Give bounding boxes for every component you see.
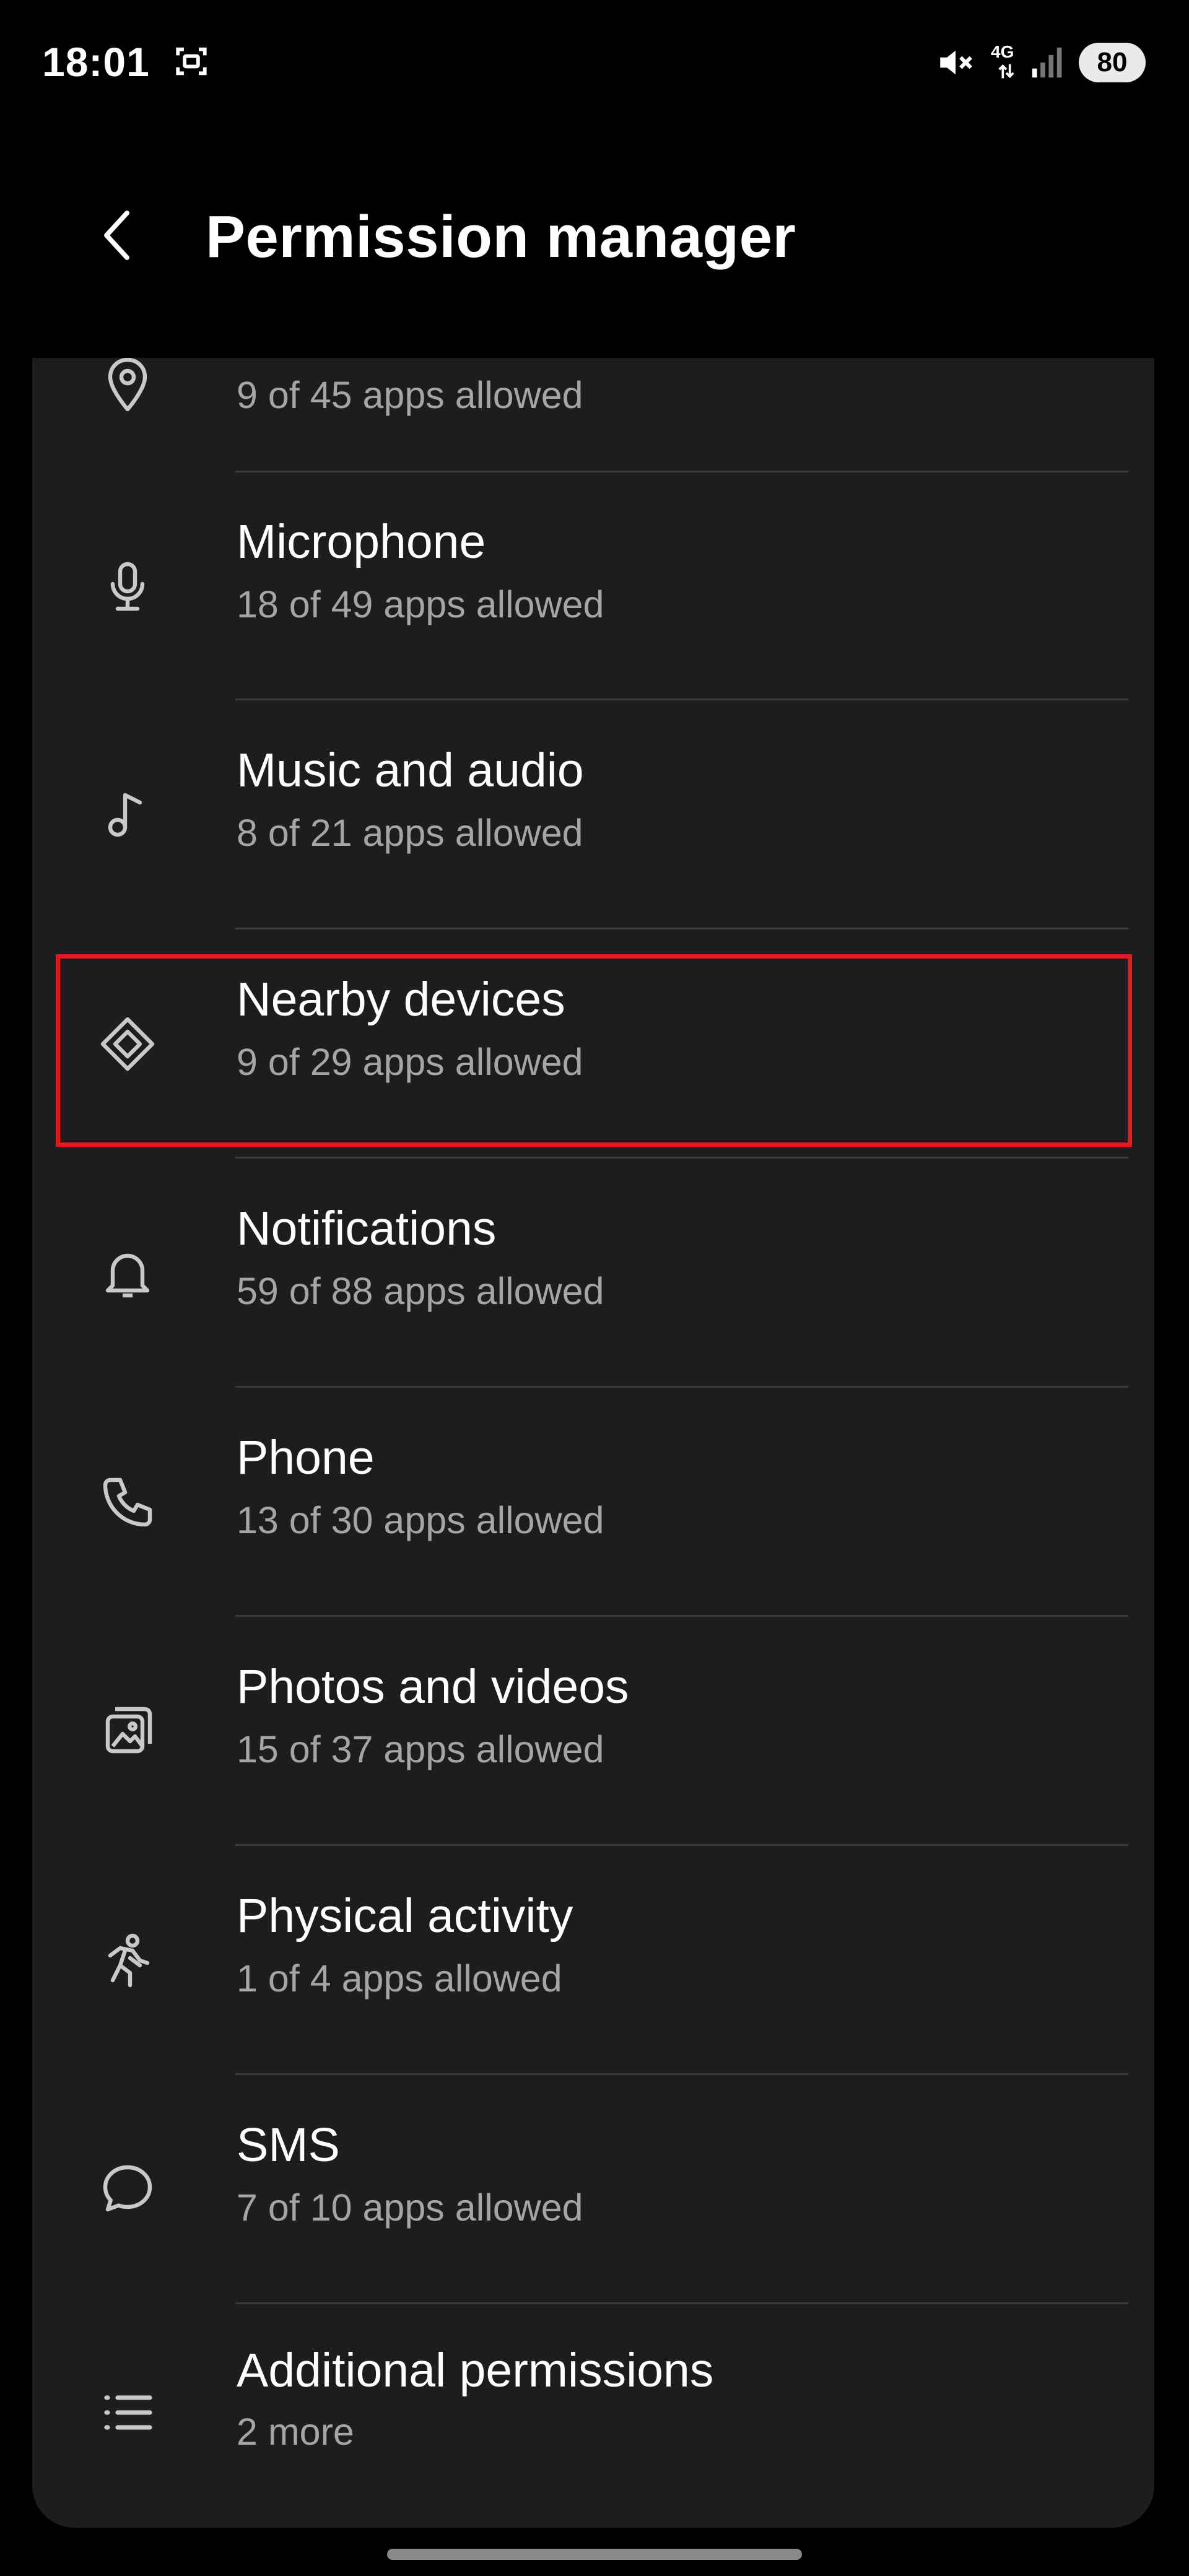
row-subtitle: 15 of 37 apps allowed xyxy=(237,1728,604,1770)
music-note-icon xyxy=(87,774,168,856)
list-item-additional-permissions[interactable]: Additional permissions 2 more xyxy=(32,2304,1154,2528)
list-item-microphone[interactable]: Microphone 18 of 49 apps allowed xyxy=(32,471,1154,700)
row-subtitle: 8 of 21 apps allowed xyxy=(237,812,583,854)
list-item-physical-activity[interactable]: Physical activity 1 of 4 apps allowed xyxy=(32,1845,1154,2074)
bell-icon xyxy=(87,1232,168,1314)
network-4g-icon: 4G xyxy=(990,42,1024,83)
row-title: Physical activity xyxy=(237,1889,573,1943)
home-indicator[interactable] xyxy=(387,2549,802,2560)
mute-icon xyxy=(940,50,972,75)
row-title: Phone xyxy=(237,1431,375,1484)
list-item-phone[interactable]: Phone 13 of 30 apps allowed xyxy=(32,1387,1154,1616)
back-chevron-icon xyxy=(104,211,129,260)
signal-icon xyxy=(1032,47,1062,78)
row-title: Additional permissions xyxy=(237,2344,714,2397)
row-subtitle: 9 of 45 apps allowed xyxy=(237,374,583,416)
list-item-notifications[interactable]: Notifications 59 of 88 apps allowed xyxy=(32,1158,1154,1387)
status-time: 18:01 xyxy=(42,39,150,85)
list-item-sms[interactable]: SMS 7 of 10 apps allowed xyxy=(32,2074,1154,2304)
page-title: Permission manager xyxy=(206,204,796,270)
status-icons: 4G 80 xyxy=(935,41,1146,84)
photos-icon xyxy=(87,1690,168,1772)
status-bar: 18:01 4G 80 xyxy=(0,0,1189,130)
row-subtitle: 7 of 10 apps allowed xyxy=(237,2187,583,2229)
row-title: Microphone xyxy=(237,515,486,568)
network-label: 4G xyxy=(991,42,1014,61)
row-title: SMS xyxy=(237,2118,340,2172)
list-item-music-and-audio[interactable]: Music and audio 8 of 21 apps allowed xyxy=(32,700,1154,929)
screenshot-icon xyxy=(176,47,207,76)
highlight-box xyxy=(56,954,1132,1147)
sms-icon xyxy=(87,2149,168,2230)
battery-indicator: 80 xyxy=(1079,43,1146,82)
row-subtitle: 18 of 49 apps allowed xyxy=(237,583,604,625)
app-header: Permission manager xyxy=(0,173,1189,297)
row-title: Photos and videos xyxy=(237,1660,629,1713)
row-subtitle: 2 more xyxy=(237,2411,354,2453)
row-title: Music and audio xyxy=(237,744,584,797)
row-subtitle: 59 of 88 apps allowed xyxy=(237,1270,604,1312)
activity-icon xyxy=(87,1920,168,2001)
microphone-icon xyxy=(87,546,168,627)
list-icon xyxy=(87,2372,168,2453)
location-icon xyxy=(87,358,168,425)
back-button[interactable] xyxy=(81,198,155,272)
permissions-list: 9 of 45 apps allowed Microphone 18 of 49… xyxy=(32,358,1154,2528)
list-item-photos-and-videos[interactable]: Photos and videos 15 of 37 apps allowed xyxy=(32,1616,1154,1845)
row-subtitle: 1 of 4 apps allowed xyxy=(237,1957,562,1999)
phone-icon xyxy=(87,1461,168,1543)
row-title: Notifications xyxy=(237,1202,497,1255)
row-subtitle: 13 of 30 apps allowed xyxy=(237,1499,604,1541)
